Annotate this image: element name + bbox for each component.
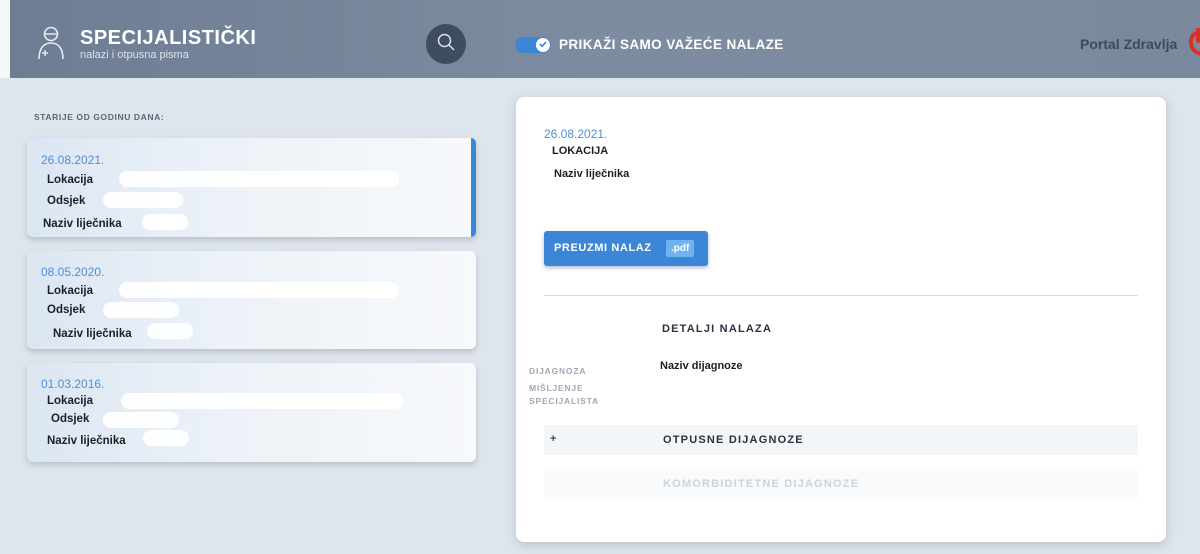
detail-panel: 26.08.2021. LOKACIJA Naziv liječnika PRE…	[516, 97, 1166, 542]
download-pdf-button[interactable]: PREUZMI NALAZ .pdf	[544, 231, 708, 266]
redacted-block	[103, 412, 179, 428]
comorbid-diagnoses-row[interactable]: KOMORBIDITETNE DIJAGNOZE	[544, 469, 1138, 499]
item-doctor: Naziv liječnika	[43, 218, 122, 230]
item-doctor: Naziv liječnika	[53, 328, 132, 340]
redacted-block	[119, 171, 399, 187]
redacted-block	[103, 302, 179, 318]
doctor-icon	[36, 26, 66, 60]
check-icon	[538, 36, 548, 54]
portal-link[interactable]: Portal Zdravlja	[1080, 36, 1177, 52]
diagnosis-value: Naziv dijagnoze	[660, 360, 743, 372]
item-department: Odsjek	[47, 195, 86, 207]
detail-doctor: Naziv liječnika	[554, 168, 630, 180]
search-icon	[436, 32, 456, 57]
toggle-label[interactable]: PRIKAŽI SAMO VAŽEĆE NALAZE	[559, 37, 784, 52]
item-date: 26.08.2021.	[41, 153, 105, 167]
item-location: Lokacija	[47, 285, 94, 297]
brand-subtitle: nalazi i otpusna pisma	[80, 49, 189, 61]
divider	[544, 295, 1138, 296]
discharge-diagnoses-title: OTPUSNE DIJAGNOZE	[663, 434, 804, 446]
redacted-block	[143, 430, 189, 446]
list-heading: STARIJE OD GODINU DANA:	[34, 112, 165, 122]
expand-icon: +	[550, 433, 557, 445]
item-location: Lokacija	[47, 174, 94, 186]
discharge-diagnoses-row[interactable]: + OTPUSNE DIJAGNOZE	[544, 425, 1138, 455]
valid-only-toggle[interactable]	[515, 37, 551, 53]
download-label: PREUZMI NALAZ	[554, 242, 652, 254]
redacted-block	[147, 323, 193, 339]
search-button[interactable]	[426, 24, 466, 64]
logout-icon[interactable]	[1186, 27, 1200, 63]
detail-date: 26.08.2021.	[544, 127, 608, 141]
detail-location: LOKACIJA	[552, 145, 609, 157]
item-department: Odsjek	[47, 304, 86, 316]
redacted-block	[119, 282, 399, 298]
item-department: Odsjek	[51, 413, 90, 425]
toggle-knob	[536, 38, 550, 52]
details-heading: DETALJI NALAZA	[662, 323, 773, 335]
list-item[interactable]: 01.03.2016. Lokacija Odsjek Naziv liječn…	[27, 363, 476, 462]
pdf-badge: .pdf	[666, 240, 695, 257]
diagnosis-label: DIJAGNOZA	[529, 366, 587, 376]
opinion-label-line2: SPECIJALISTA	[529, 396, 599, 406]
redacted-block	[142, 214, 188, 230]
comorbid-diagnoses-title: KOMORBIDITETNE DIJAGNOZE	[663, 478, 860, 490]
redacted-block	[103, 192, 183, 208]
list-item[interactable]: 08.05.2020. Lokacija Odsjek Naziv liječn…	[27, 251, 476, 349]
brand-title: SPECIJALISTIČKI	[80, 27, 257, 49]
opinion-label-line1: MIŠLJENJE	[529, 383, 584, 393]
list-item[interactable]: 26.08.2021. Lokacija Odsjek Naziv liječn…	[27, 138, 476, 237]
item-doctor: Naziv liječnika	[47, 435, 126, 447]
redacted-block	[121, 393, 403, 409]
item-date: 08.05.2020.	[41, 265, 105, 279]
app-header: SPECIJALISTIČKI nalazi i otpusna pisma P…	[0, 0, 1200, 78]
item-location: Lokacija	[47, 395, 94, 407]
item-date: 01.03.2016.	[41, 377, 105, 391]
